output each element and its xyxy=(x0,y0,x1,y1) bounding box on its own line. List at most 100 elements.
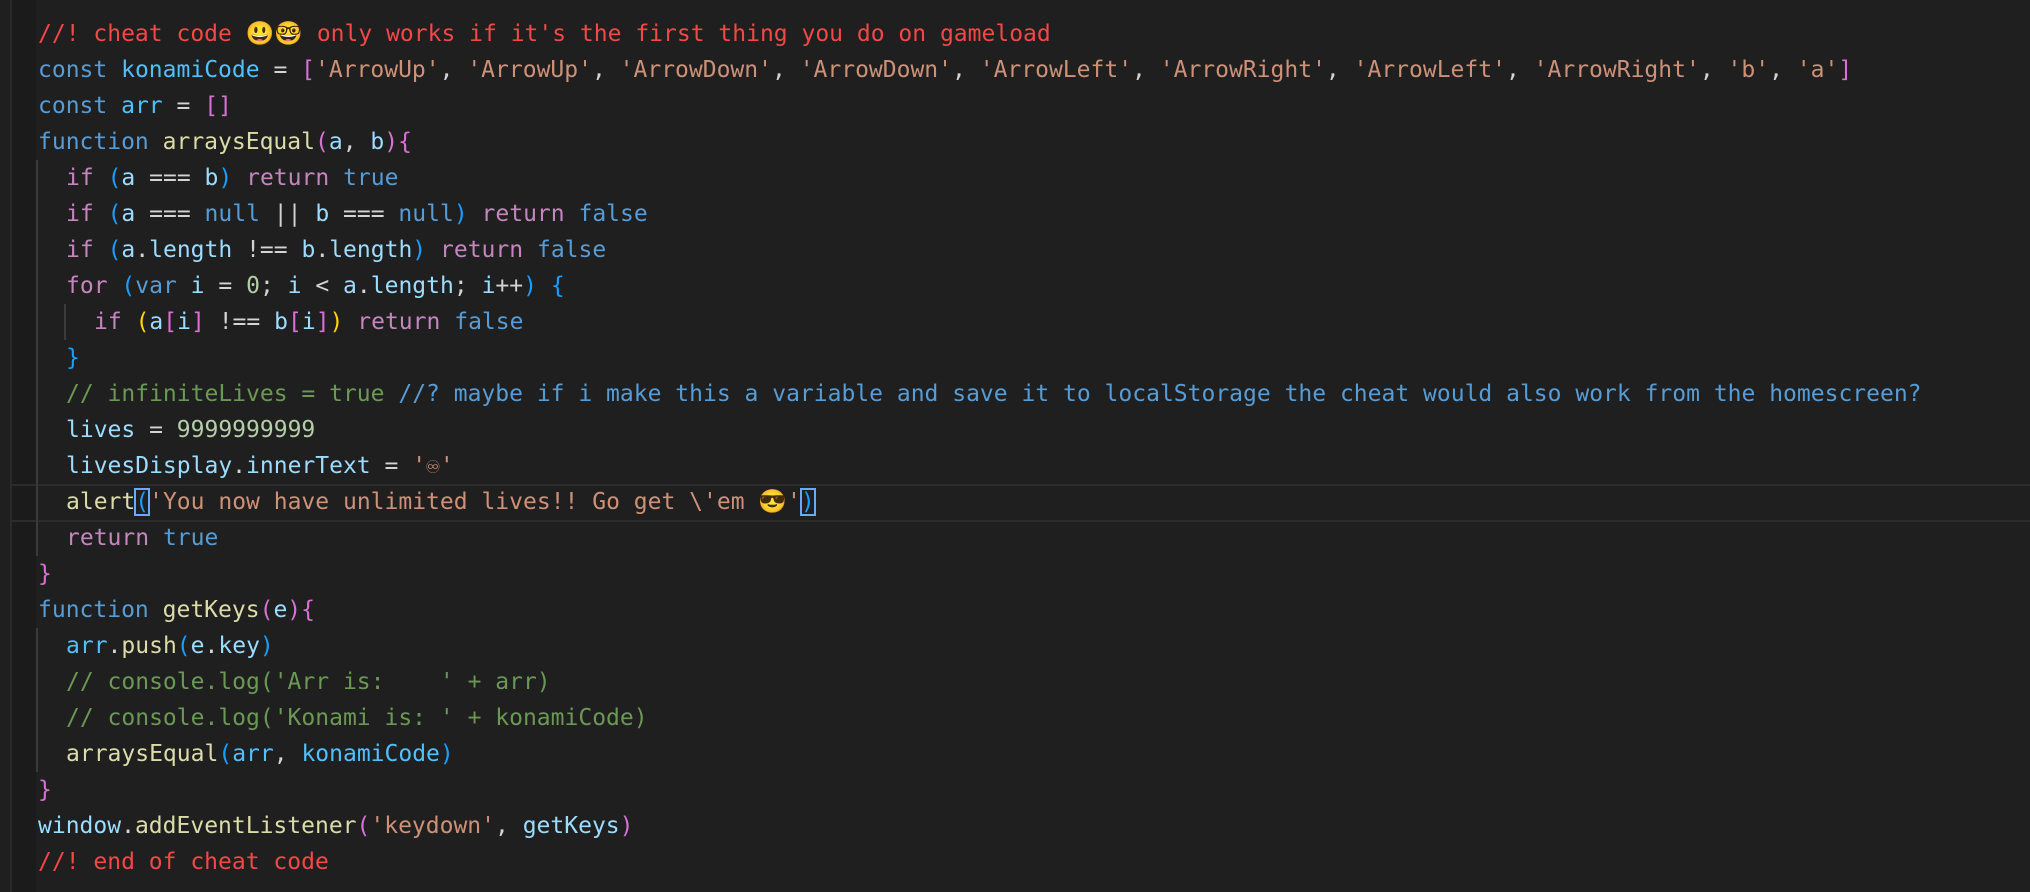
code-token: function xyxy=(38,597,149,623)
code-token: , xyxy=(1132,57,1160,83)
code-token: ) xyxy=(453,201,468,227)
code-token: 'ArrowDown' xyxy=(619,57,772,83)
code-line-content: } xyxy=(38,556,52,592)
code-token: konamiCode xyxy=(121,57,260,83)
code-token: ( xyxy=(135,309,150,335)
code-token: 9999999999 xyxy=(176,417,316,443)
code-token: i xyxy=(301,309,316,335)
code-token: ) xyxy=(799,488,816,516)
code-token: innerText xyxy=(246,453,371,479)
code-token: i xyxy=(190,273,205,299)
code-token: , xyxy=(1325,57,1354,83)
code-token: // console.log('Konami is: ' + konamiCod… xyxy=(66,705,648,731)
code-line-content: livesDisplay.innerText = '♾' xyxy=(66,448,454,484)
code-token: [ xyxy=(301,57,315,83)
code-token: e xyxy=(190,633,205,659)
code-token: , xyxy=(771,57,800,83)
code-token: ( xyxy=(121,273,136,299)
code-token: , xyxy=(1699,57,1728,83)
code-token: lives xyxy=(66,417,136,443)
code-token: alert xyxy=(66,489,136,515)
code-token: addEventListener xyxy=(134,813,357,839)
indent-guide xyxy=(36,484,38,520)
code-token: [] xyxy=(204,93,232,119)
code-token: var xyxy=(135,273,177,299)
code-token: length xyxy=(370,273,454,299)
code-line-content: function getKeys(e){ xyxy=(38,592,315,628)
code-token: getKeys xyxy=(162,597,260,623)
code-line-content: if (a[i] !== b[i]) return false xyxy=(94,304,523,340)
code-token: ( xyxy=(107,237,122,263)
code-token: if xyxy=(94,309,122,335)
code-token: false xyxy=(536,237,607,263)
code-token: //! cheat code 😃🤓 only works if it's the… xyxy=(38,21,1051,47)
code-token: b xyxy=(315,201,330,227)
code-token: a xyxy=(328,129,343,155)
code-token: 'ArrowUp' xyxy=(467,57,592,83)
code-token: 'ArrowDown' xyxy=(799,57,953,83)
code-token: getKeys xyxy=(522,813,620,839)
code-token: false xyxy=(578,201,648,227)
code-token: ) xyxy=(619,813,634,839)
code-line-content: arr.push(e.key) xyxy=(66,628,274,664)
code-token: ] xyxy=(191,309,205,335)
code-token: // console.log('Arr is: ' + arr) xyxy=(66,669,551,695)
code-token: , xyxy=(495,813,523,839)
code-token: konamiCode xyxy=(301,741,440,767)
code-token: ) xyxy=(439,741,454,767)
code-token: 'ArrowLeft' xyxy=(979,57,1133,83)
code-token: arr xyxy=(232,741,274,767)
code-token: if xyxy=(66,165,94,191)
code-editor[interactable]: //! cheat code 😃🤓 only works if it's the… xyxy=(0,0,2030,892)
code-token: ; xyxy=(453,273,482,299)
code-token: '♾' xyxy=(412,453,454,479)
indent-guide xyxy=(36,160,38,196)
indent-guide xyxy=(36,448,38,484)
code-token: { xyxy=(301,597,316,623)
code-token: . xyxy=(204,633,219,659)
code-line-content: alert('You now have unlimited lives!! Go… xyxy=(66,484,816,520)
code-line-content: if (a === b) return true xyxy=(66,160,398,196)
code-token: for xyxy=(66,273,108,299)
code-token: ) xyxy=(259,633,274,659)
code-token: , xyxy=(1505,57,1534,83)
editor-gutter xyxy=(10,0,36,892)
code-token: , xyxy=(439,57,468,83)
code-line-content: window.addEventListener('keydown', getKe… xyxy=(38,808,634,844)
code-token: 'b' xyxy=(1727,57,1770,83)
code-line-content: for (var i = 0; i < a.length; i++) { xyxy=(66,268,565,304)
code-line-content: return true xyxy=(66,520,218,556)
indent-guide xyxy=(36,520,38,556)
code-token: { xyxy=(550,273,565,299)
code-token: //! end of cheat code xyxy=(38,849,329,875)
code-token: const xyxy=(38,93,108,119)
code-token: ( xyxy=(107,201,122,227)
code-token: e xyxy=(273,597,288,623)
code-token: if xyxy=(66,237,94,263)
code-token: ; xyxy=(259,273,288,299)
code-token: length xyxy=(149,237,233,263)
code-token: } xyxy=(66,345,80,371)
code-line-content: //! cheat code 😃🤓 only works if it's the… xyxy=(38,16,1051,52)
code-token: 'ArrowRight' xyxy=(1533,57,1700,83)
code-token: 'ArrowRight' xyxy=(1159,57,1326,83)
code-token: , xyxy=(342,129,371,155)
code-token: = xyxy=(162,93,205,119)
code-token: . xyxy=(232,453,247,479)
code-line-content: if (a.length !== b.length) return false xyxy=(66,232,606,268)
code-token: function xyxy=(38,129,149,155)
code-token: = xyxy=(204,273,247,299)
code-token: b xyxy=(301,237,316,263)
indent-guide xyxy=(36,664,38,700)
